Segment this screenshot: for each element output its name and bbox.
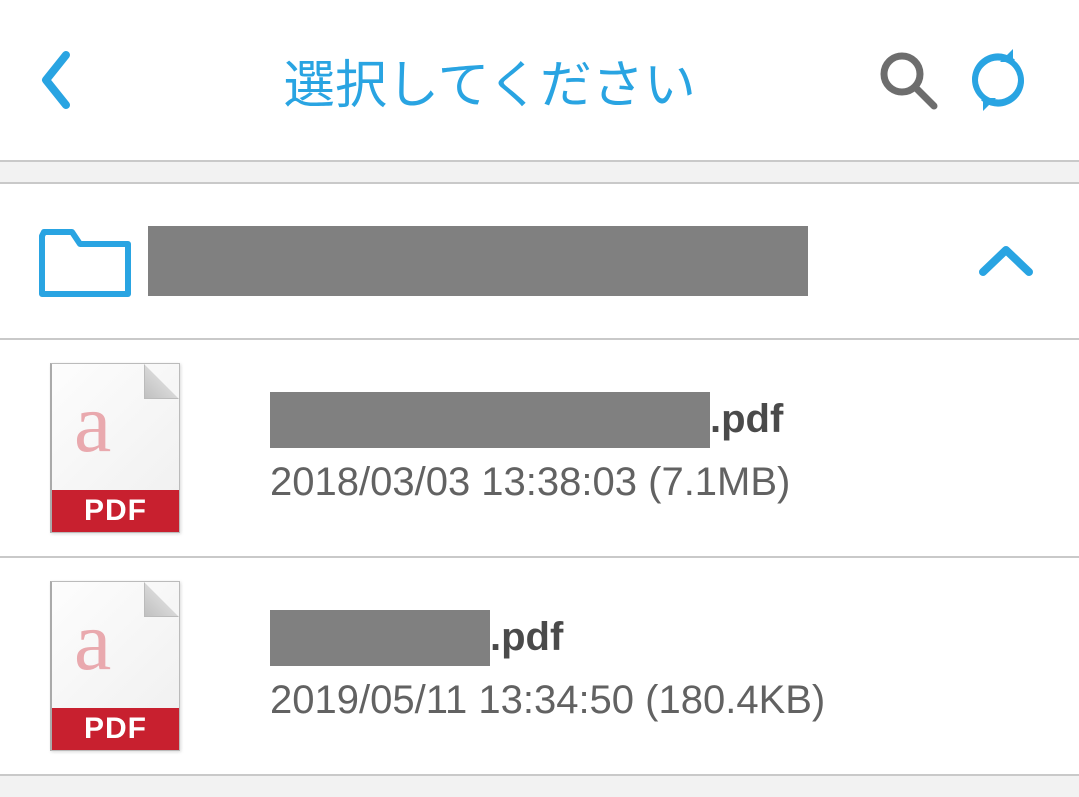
file-meta: 2018/03/03 13:38:03 (7.1MB): [270, 460, 1039, 505]
file-info: .pdf 2018/03/03 13:38:03 (7.1MB): [270, 392, 1039, 505]
doc-type-band: PDF: [52, 490, 179, 532]
file-row[interactable]: a PDF .pdf 2019/05/11 13:34:50 (180.4KB): [0, 558, 1079, 776]
doc-type-band: PDF: [52, 708, 179, 750]
search-button[interactable]: [863, 48, 953, 112]
file-extension: .pdf: [710, 397, 783, 442]
collapse-toggle[interactable]: [971, 242, 1041, 280]
chevron-up-icon: [977, 242, 1035, 280]
doc-letter-a: a: [74, 600, 111, 684]
page-title: 選択してください: [116, 43, 863, 118]
refresh-icon: [963, 45, 1033, 115]
file-name-mask: [270, 610, 490, 666]
file-name: .pdf: [270, 392, 1039, 448]
doc-letter-a: a: [74, 382, 111, 466]
pdf-file-icon: a PDF: [50, 363, 200, 533]
file-meta: 2019/05/11 13:34:50 (180.4KB): [270, 678, 1039, 723]
file-extension: .pdf: [490, 615, 563, 660]
file-name-mask: [270, 392, 710, 448]
file-row[interactable]: a PDF .pdf 2018/03/03 13:38:03 (7.1MB): [0, 340, 1079, 558]
pdf-file-icon: a PDF: [50, 581, 200, 751]
folder-name-mask: [148, 226, 808, 296]
chevron-left-icon: [36, 49, 74, 111]
back-button[interactable]: [36, 49, 116, 111]
refresh-button[interactable]: [953, 45, 1043, 115]
app-header: 選択してください: [0, 0, 1079, 162]
folder-row[interactable]: [0, 182, 1079, 340]
file-name: .pdf: [270, 610, 1039, 666]
search-icon: [876, 48, 940, 112]
file-info: .pdf 2019/05/11 13:34:50 (180.4KB): [270, 610, 1039, 723]
folder-icon: [38, 222, 138, 300]
